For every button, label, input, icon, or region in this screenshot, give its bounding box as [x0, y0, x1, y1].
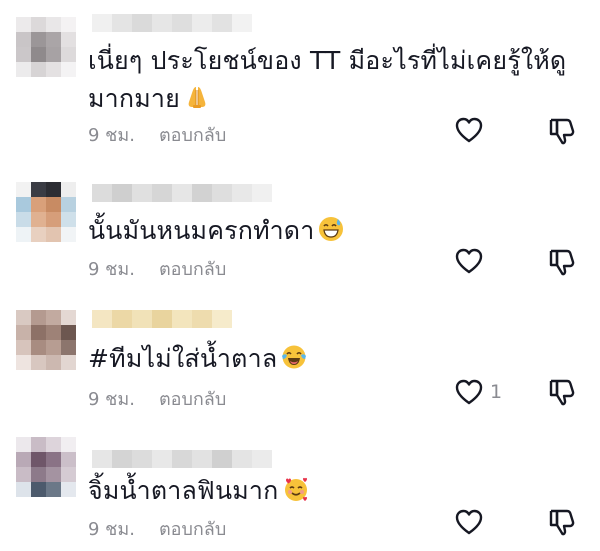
reply-button[interactable]: ตอบกลับ [159, 254, 226, 283]
comment-text: #ทีมไม่ใส่น้ำตาล [88, 340, 307, 378]
heart-outline-icon [455, 379, 483, 405]
tears-of-joy-emoji [282, 345, 307, 369]
dislike-button[interactable] [547, 507, 577, 541]
comment-time: 9 ชม. [88, 259, 135, 280]
comment-text: นั้นมันหนมครกทำดา [88, 212, 344, 250]
comment-time: 9 ชม. [88, 519, 135, 540]
username-blurred[interactable] [92, 450, 272, 468]
comment-meta: 9 ชม. ตอบกลับ [88, 254, 226, 283]
comment-item: นั้นมันหนมครกทำดา 9 ชม. ตอบกลับ [0, 150, 600, 290]
comment-meta: 9 ชม. ตอบกลับ [88, 120, 226, 149]
thumbs-down-outline-icon [549, 118, 575, 145]
like-button[interactable] [454, 508, 490, 536]
thumbs-down-outline-icon [549, 509, 575, 536]
thumbs-down-outline-icon [549, 379, 575, 406]
dislike-button[interactable] [547, 116, 577, 150]
dislike-button[interactable] [547, 247, 577, 281]
comment-text-line: มากมาย [88, 80, 566, 118]
dislike-button[interactable] [547, 377, 577, 411]
thumbs-down-outline-icon [549, 249, 575, 276]
comment-time: 9 ชม. [88, 125, 135, 146]
comment-text: เนี่ยๆ ประโยชน์ของ TT มีอะไรที่ไม่เคยรู้… [88, 42, 566, 118]
username-blurred[interactable] [92, 14, 252, 32]
comment-text-line: #ทีมไม่ใส่น้ำตาล [88, 340, 307, 378]
grinning-sweat-emoji [319, 217, 344, 241]
folded-hands-emoji [188, 87, 206, 108]
heart-outline-icon [455, 117, 483, 143]
like-count: 1 [490, 381, 503, 403]
heart-outline-icon [455, 509, 483, 535]
comment-meta: 9 ชม. ตอบกลับ [88, 514, 226, 543]
username-blurred[interactable] [92, 184, 272, 202]
comment-text-line: จิ้มน้ำตาลฟินมาก [88, 472, 309, 510]
avatar[interactable] [16, 310, 76, 370]
like-button[interactable]: 1 [454, 378, 502, 406]
avatar[interactable] [16, 17, 76, 77]
reply-button[interactable]: ตอบกลับ [159, 514, 226, 543]
avatar[interactable] [16, 182, 76, 242]
comment-item: จิ้มน้ำตาลฟินมาก 9 ชม. ตอบกลับ [0, 420, 600, 551]
comment-meta: 9 ชม. ตอบกลับ [88, 384, 226, 413]
comment-time: 9 ชม. [88, 389, 135, 410]
comment-text: จิ้มน้ำตาลฟินมาก [88, 472, 309, 510]
heart-outline-icon [455, 248, 483, 274]
comment-text-line: เนี่ยๆ ประโยชน์ของ TT มีอะไรที่ไม่เคยรู้… [88, 46, 567, 75]
comment-item: เนี่ยๆ ประโยชน์ของ TT มีอะไรที่ไม่เคยรู้… [0, 0, 600, 150]
like-button[interactable] [454, 247, 490, 275]
comment-text-line: นั้นมันหนมครกทำดา [88, 212, 344, 250]
username-blurred[interactable] [92, 310, 232, 328]
avatar[interactable] [16, 437, 76, 497]
smiling-hearts-emoji [284, 477, 307, 501]
reply-button[interactable]: ตอบกลับ [159, 120, 226, 149]
comment-item: #ทีมไม่ใส่น้ำตาล 9 ชม. ตอบกลับ 1 [0, 290, 600, 420]
like-button[interactable] [454, 116, 490, 144]
reply-button[interactable]: ตอบกลับ [159, 384, 226, 413]
